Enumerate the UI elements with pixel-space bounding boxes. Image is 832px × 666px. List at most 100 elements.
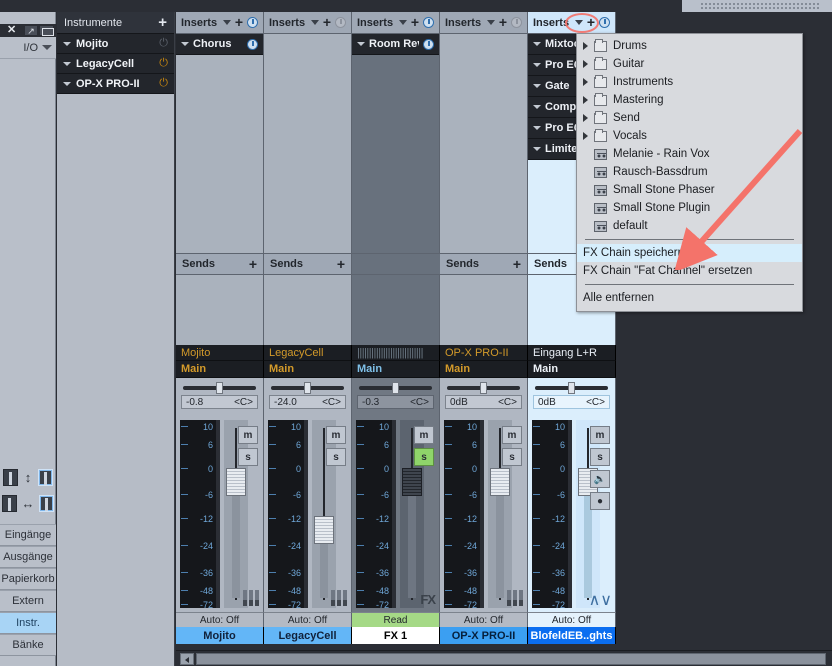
menu-item-folder-guitar[interactable]: Guitar (577, 55, 802, 73)
sidebar-item-ausgange[interactable]: Ausgänge (0, 546, 56, 568)
pan-value[interactable]: -24.0 <C> (269, 395, 346, 409)
pan-control[interactable]: -0.3 <C> (352, 378, 440, 416)
power-icon[interactable] (247, 38, 258, 50)
insert-slot[interactable]: Room Revert (352, 34, 439, 55)
sidebar-item-extern[interactable]: Extern (0, 590, 56, 612)
channel-bus[interactable]: Main (528, 361, 616, 378)
power-icon[interactable] (423, 17, 434, 28)
pan-knob[interactable] (391, 382, 399, 394)
menu-item-folder-vocals[interactable]: Vocals (577, 127, 802, 145)
add-insert-button[interactable]: + (499, 15, 507, 29)
menu-item-preset-small-stone-plugin[interactable]: Small Stone Plugin (577, 199, 802, 217)
add-send-button[interactable]: + (337, 257, 345, 271)
small-view-icon[interactable] (2, 494, 18, 512)
chevron-down-icon[interactable] (310, 20, 319, 25)
chevron-down-icon[interactable] (398, 20, 407, 25)
sends-header[interactable] (352, 253, 440, 275)
add-instrument-button[interactable]: + (158, 15, 167, 30)
io-selector[interactable]: I/O (0, 37, 56, 59)
chevron-down-icon[interactable] (533, 126, 541, 130)
pan-slider[interactable] (271, 382, 344, 394)
solo-button[interactable]: s (414, 448, 434, 466)
channel-name-button[interactable]: FX 1 (352, 627, 440, 644)
pan-knob[interactable] (567, 382, 575, 394)
solo-button[interactable]: s (326, 448, 346, 466)
add-insert-button[interactable]: + (411, 15, 419, 29)
sidebar-item-eingange[interactable]: Eingänge (0, 524, 56, 546)
automation-mode[interactable]: Auto: Off (440, 612, 528, 627)
pan-knob[interactable] (303, 382, 311, 394)
tall-view-icon[interactable] (37, 468, 53, 486)
close-icon[interactable]: ✕ (7, 25, 16, 36)
channel-name-button[interactable]: Mojito (176, 627, 264, 644)
pan-control[interactable]: 0dB <C> (440, 378, 528, 416)
resize-vertical-icon[interactable]: ↕ (25, 471, 32, 484)
mute-button[interactable]: m (238, 426, 258, 444)
chevron-down-icon[interactable] (357, 42, 365, 46)
automation-mode[interactable]: Auto: Off (264, 612, 352, 627)
menu-item-folder-drums[interactable]: Drums (577, 37, 802, 55)
sends-header[interactable]: Sends + (264, 253, 352, 275)
inserts-header[interactable]: Inserts + (264, 12, 352, 34)
channel-name-button[interactable]: BlofeldEB..ghts (528, 627, 616, 644)
pan-control[interactable]: -0.8 <C> (176, 378, 264, 416)
volume-fader-handle[interactable] (314, 516, 334, 544)
pan-control[interactable]: 0dB <C> (528, 378, 616, 416)
add-send-button[interactable]: + (513, 257, 521, 271)
chevron-down-icon[interactable] (63, 41, 71, 46)
menu-item-preset-small-stone-phaser[interactable]: Small Stone Phaser (577, 181, 802, 199)
chevron-down-icon[interactable] (42, 45, 52, 50)
record-icon[interactable]: ● (590, 492, 610, 510)
chevron-down-icon[interactable] (63, 61, 71, 66)
volume-fader-handle[interactable] (226, 468, 246, 496)
sends-header[interactable]: Sends + (176, 253, 264, 275)
add-insert-button[interactable]: + (235, 15, 243, 29)
inserts-header[interactable]: Inserts + (176, 12, 264, 34)
insert-slot[interactable]: Chorus (176, 34, 263, 55)
power-icon[interactable]: ⏻ (159, 77, 168, 90)
menu-item-folder-instruments[interactable]: Instruments (577, 73, 802, 91)
instrument-row-mojito[interactable]: Mojito ⏻ (57, 34, 174, 54)
chevron-down-icon[interactable] (533, 42, 541, 46)
resize-horizontal-icon[interactable]: ↔ (21, 497, 34, 510)
narrow-view-icon[interactable] (3, 468, 19, 486)
pan-value[interactable]: -0.3 <C> (357, 395, 434, 409)
pan-slider[interactable] (183, 382, 256, 394)
channel-bus[interactable]: Main (264, 361, 352, 378)
menu-item-save-fx-chain[interactable]: FX Chain speichern... (577, 244, 802, 262)
solo-button[interactable]: s (502, 448, 522, 466)
mute-button[interactable]: m (502, 426, 522, 444)
pan-slider[interactable] (447, 382, 520, 394)
power-icon[interactable]: ⏻ (159, 37, 168, 50)
sidebar-item-papierkorb[interactable]: Papierkorb (0, 568, 56, 590)
power-icon[interactable] (423, 38, 434, 50)
channel-bus[interactable]: Main (440, 361, 528, 378)
power-icon[interactable] (247, 17, 258, 28)
automation-mode[interactable]: Auto: Off (528, 612, 616, 627)
power-icon[interactable] (511, 17, 522, 28)
power-icon[interactable] (335, 17, 346, 28)
menu-item-replace-fx-chain[interactable]: FX Chain "Fat Channel" ersetzen (577, 262, 802, 280)
monitor-icon[interactable]: 🔈 (590, 470, 610, 488)
volume-fader-handle[interactable] (490, 468, 510, 496)
menu-item-folder-mastering[interactable]: Mastering (577, 91, 802, 109)
sends-header[interactable]: Sends + (440, 253, 528, 275)
window-icon[interactable] (39, 25, 54, 36)
inserts-header[interactable]: Inserts + (440, 12, 528, 34)
menu-item-preset-default[interactable]: default (577, 217, 802, 235)
menu-item-remove-all[interactable]: Alle entfernen (577, 289, 802, 307)
channel-bus[interactable]: Main (176, 361, 264, 378)
mute-button[interactable]: m (326, 426, 346, 444)
add-insert-button[interactable]: + (323, 15, 331, 29)
solo-button[interactable]: s (238, 448, 258, 466)
chevron-down-icon[interactable] (181, 42, 189, 46)
chevron-down-icon[interactable] (533, 147, 541, 151)
menu-item-folder-send[interactable]: Send (577, 109, 802, 127)
power-icon[interactable]: ⏻ (159, 57, 168, 70)
chevron-down-icon[interactable] (63, 81, 71, 86)
chevron-down-icon[interactable] (486, 20, 495, 25)
scroll-left-button[interactable] (180, 653, 194, 665)
chevron-down-icon[interactable] (533, 105, 541, 109)
sidebar-item-banke[interactable]: Bänke (0, 634, 56, 656)
power-icon[interactable] (599, 17, 610, 28)
